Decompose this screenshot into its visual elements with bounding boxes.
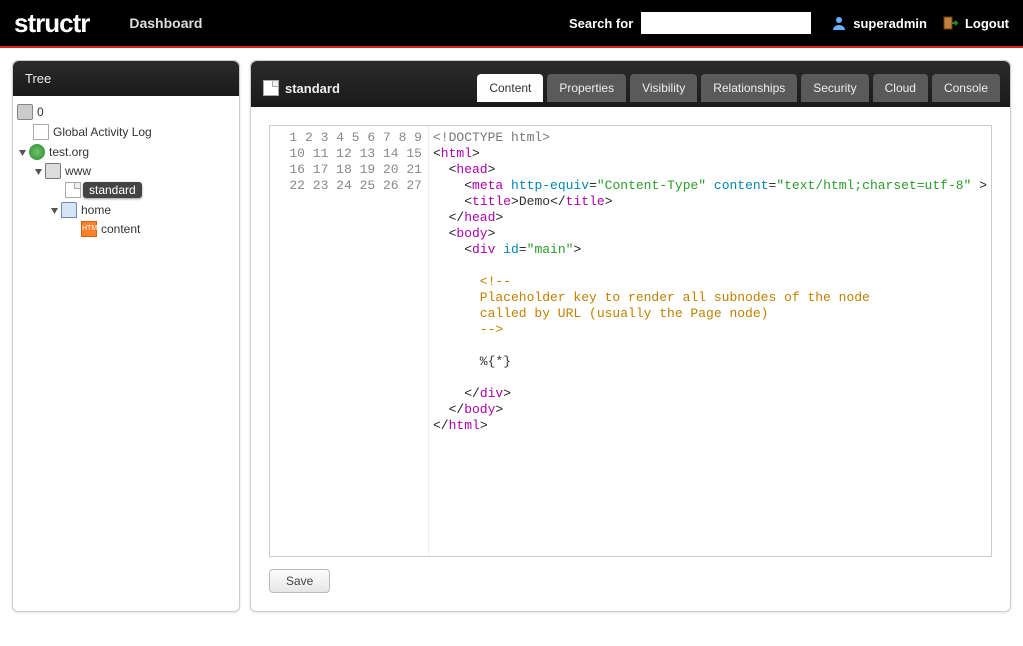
editor-gutter: 1 2 3 4 5 6 7 8 9 10 11 12 13 14 15 16 1… [270, 126, 429, 556]
editor-content[interactable]: <!DOCTYPE html> <html> <head> <meta http… [429, 126, 991, 556]
page-icon [263, 80, 279, 96]
log-icon [33, 124, 49, 140]
chevron-down-icon[interactable] [49, 205, 59, 215]
tab-security[interactable]: Security [801, 74, 868, 102]
tree-body: 0 Global Activity Log test.org [13, 96, 239, 248]
tree-node-root[interactable]: 0 [17, 103, 235, 121]
tree-node-activity-log[interactable]: Global Activity Log [17, 123, 235, 141]
tab-visibility[interactable]: Visibility [630, 74, 697, 102]
current-item-label: standard [263, 80, 340, 96]
logout-icon [943, 15, 959, 31]
user-icon [831, 15, 847, 31]
chevron-down-icon[interactable] [17, 147, 27, 157]
globe-icon [29, 144, 45, 160]
save-button[interactable]: Save [269, 569, 330, 593]
tab-console[interactable]: Console [932, 74, 1000, 102]
tree-node-domain[interactable]: test.org [17, 143, 235, 161]
tree-panel: Tree 0 Global Activity Log [12, 60, 240, 612]
logout-link[interactable]: Logout [965, 16, 1009, 31]
tree-node-www[interactable]: www [17, 162, 235, 180]
tree-node-content[interactable]: HTML content [17, 220, 235, 238]
tab-relationships[interactable]: Relationships [701, 74, 797, 102]
search-label: Search for [569, 16, 633, 31]
tree-node-home[interactable]: home [17, 201, 235, 219]
sitemap-icon [45, 163, 61, 179]
username-label[interactable]: superadmin [853, 16, 927, 31]
folder-icon [61, 202, 77, 218]
chevron-down-icon[interactable] [33, 166, 43, 176]
html-icon: HTML [81, 221, 97, 237]
logo: structr [14, 8, 89, 39]
page-icon [65, 182, 81, 198]
content-panel: standard ContentPropertiesVisibilityRela… [250, 60, 1011, 612]
tab-cloud[interactable]: Cloud [873, 74, 928, 102]
tree-node-standard[interactable]: standard [17, 181, 235, 199]
tab-properties[interactable]: Properties [547, 74, 626, 102]
code-editor[interactable]: 1 2 3 4 5 6 7 8 9 10 11 12 13 14 15 16 1… [269, 125, 992, 557]
search-input[interactable] [641, 12, 811, 34]
database-icon [17, 104, 33, 120]
dashboard-link[interactable]: Dashboard [129, 15, 202, 31]
top-bar: structr Dashboard Search for superadmin … [0, 0, 1023, 48]
tab-content[interactable]: Content [477, 74, 543, 102]
content-tabs: ContentPropertiesVisibilityRelationships… [477, 74, 1000, 102]
tree-panel-title: Tree [13, 61, 239, 96]
